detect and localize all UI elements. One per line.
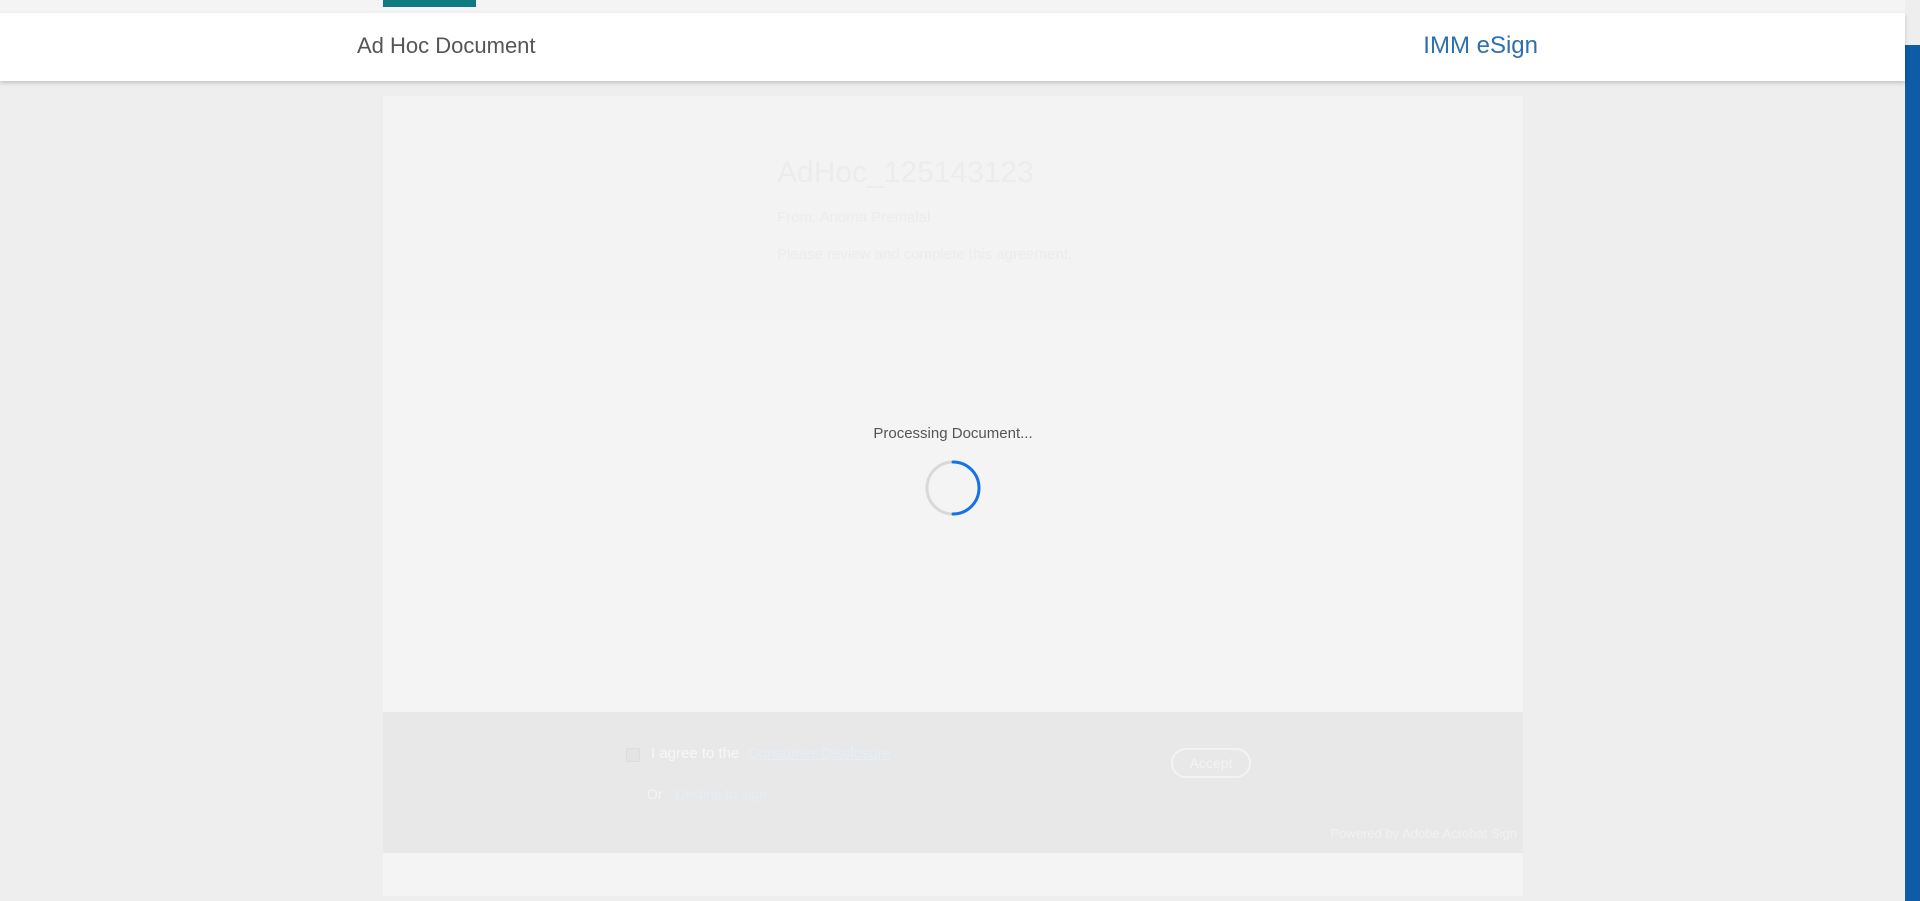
brand-name[interactable]: IMM eSign bbox=[1423, 32, 1538, 60]
agreement-footer: I agree to the Consumer Disclosure Accep… bbox=[383, 712, 1523, 853]
agree-prefix: I agree to the bbox=[651, 745, 740, 762]
header-bar: Ad Hoc Document IMM eSign bbox=[0, 13, 1905, 81]
document-instructions: Please review and complete this agreemen… bbox=[777, 246, 1073, 263]
top-strip bbox=[0, 0, 1905, 13]
accept-button[interactable]: Accept bbox=[1171, 748, 1251, 778]
document-name: AdHoc_125143123 bbox=[777, 156, 1034, 189]
document-sender: From: Anoma Premalal bbox=[777, 209, 931, 226]
agree-checkbox[interactable] bbox=[626, 748, 640, 762]
loading-spinner-icon bbox=[925, 460, 981, 516]
card-bottom bbox=[383, 853, 1523, 893]
processing-label: Processing Document... bbox=[873, 425, 1033, 442]
page-title: Ad Hoc Document bbox=[357, 33, 536, 58]
powered-by-text: Powered by Adobe Acrobat Sign bbox=[1330, 826, 1517, 841]
consumer-disclosure-link[interactable]: Consumer Disclosure bbox=[748, 745, 891, 762]
document-summary: AdHoc_125143123 From: Anoma Premalal Ple… bbox=[383, 96, 1523, 320]
right-edge-bar bbox=[1905, 45, 1920, 901]
or-label: Or bbox=[647, 786, 663, 802]
page: Ad Hoc Document IMM eSign AdHoc_12514312… bbox=[0, 0, 1920, 901]
agree-statement: I agree to the Consumer Disclosure bbox=[651, 745, 891, 762]
active-tab-indicator bbox=[383, 0, 476, 7]
decline-to-sign-link[interactable]: Decline to sign bbox=[675, 786, 767, 802]
document-card: AdHoc_125143123 From: Anoma Premalal Ple… bbox=[383, 96, 1523, 896]
